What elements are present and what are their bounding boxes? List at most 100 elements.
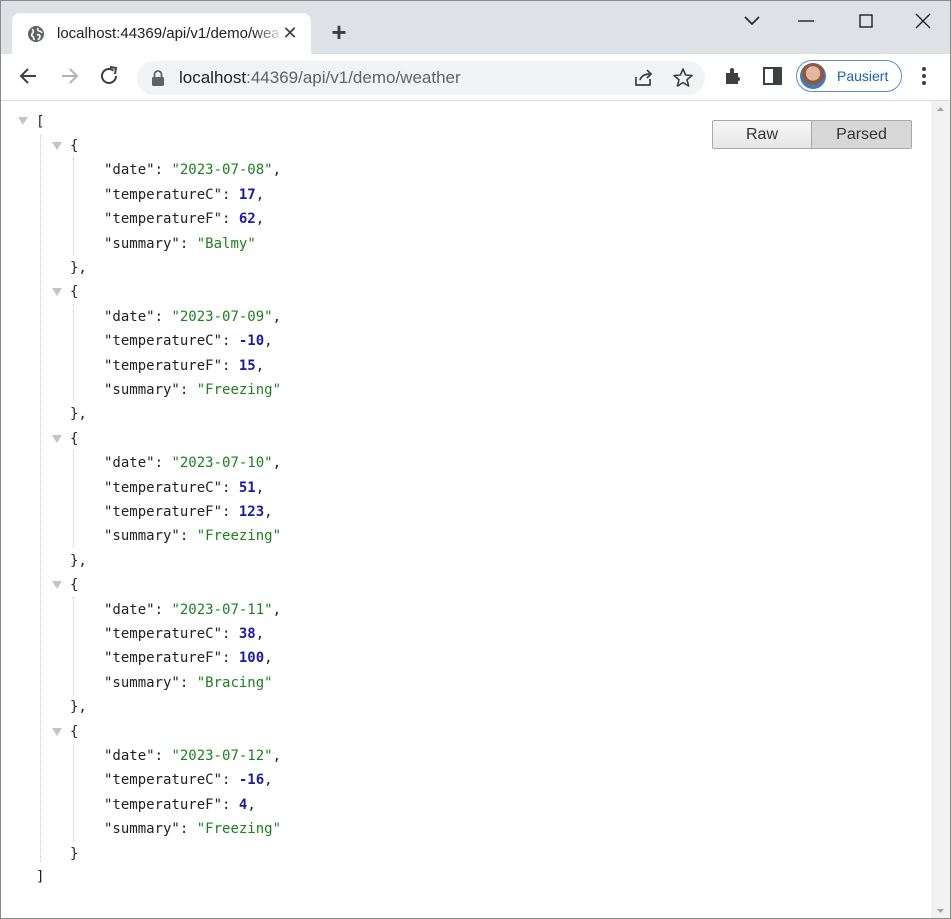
json-colon: : [222, 186, 239, 203]
parsed-button[interactable]: Parsed [812, 121, 911, 148]
json-colon: : [222, 772, 239, 789]
collapse-object-icon[interactable] [52, 581, 62, 590]
json-comma: , [247, 796, 256, 813]
json-entry-date: "date": "2023-07-10", [104, 451, 281, 475]
json-string-value: 2023-07-08 [179, 162, 265, 179]
json-colon: : [222, 796, 239, 813]
json-entry-temperatureF: "temperatureF": 100, [104, 646, 273, 670]
json-colon: : [179, 528, 197, 545]
json-number-value: 51 [238, 479, 256, 496]
address-bar[interactable]: localhost:44369/api/v1/demo/weather [137, 61, 705, 95]
scroll-up-icon[interactable] [931, 101, 950, 118]
tab-title: localhost:44369/api/v1/demo/weather [57, 25, 279, 42]
json-value: "2023-07-10" [171, 455, 273, 472]
json-key: "temperatureF" [104, 357, 223, 374]
json-entry-date: "date": "2023-07-12", [104, 744, 281, 768]
globe-icon [28, 26, 44, 42]
json-value: 62 [239, 211, 256, 227]
json-key: "temperatureC" [104, 186, 223, 203]
close-window-icon[interactable] [908, 9, 938, 33]
json-comma: , [255, 479, 265, 496]
json-comma: , [272, 601, 282, 618]
json-comma: , [264, 650, 273, 667]
close-tab-icon[interactable]: ✕ [282, 24, 298, 42]
json-value: "Bracing" [196, 674, 273, 691]
object-close-brace: } [70, 845, 79, 862]
json-comma: , [264, 333, 273, 350]
array-guide [40, 135, 41, 861]
json-colon: : [179, 235, 197, 252]
bookmark-star-icon[interactable] [670, 65, 696, 91]
collapse-object-icon[interactable] [52, 288, 62, 297]
json-value: 123 [239, 504, 264, 520]
json-value: 15 [239, 358, 256, 374]
json-colon: : [154, 748, 172, 764]
json-key: "summary" [104, 382, 180, 398]
json-value: "2023-07-11" [171, 601, 273, 618]
json-string-value: 2023-07-10 [179, 455, 265, 472]
json-value: "Freezing" [196, 382, 282, 398]
json-key: "temperatureF" [104, 211, 223, 228]
tab-strip: localhost:44369/api/v1/demo/weather ✕ + [1, 1, 950, 54]
json-key: "temperatureC" [104, 479, 223, 496]
share-icon[interactable] [631, 65, 657, 91]
json-entry-summary: "summary": "Bracing" [104, 671, 273, 695]
json-string-value: 2023-07-09 [179, 308, 265, 325]
json-number-value: -10 [238, 333, 265, 350]
menu-icon[interactable] [911, 63, 937, 89]
minimize-icon[interactable] [791, 9, 821, 33]
json-value: 17 [239, 187, 256, 203]
tab-search-icon[interactable] [737, 9, 767, 33]
json-number-value: -16 [238, 772, 265, 789]
json-key: "temperatureC" [104, 772, 223, 789]
json-colon: : [222, 333, 239, 350]
json-key: "date" [104, 162, 155, 179]
json-number-value: 100 [238, 650, 265, 667]
collapse-array-icon[interactable] [18, 117, 28, 125]
extensions-icon[interactable] [721, 63, 747, 89]
scroll-down-icon[interactable] [931, 902, 950, 919]
json-value: "Balmy" [196, 235, 256, 252]
raw-button[interactable]: Raw [713, 121, 812, 148]
json-entry-temperatureF: "temperatureF": 4, [104, 793, 256, 817]
reload-icon[interactable] [96, 63, 122, 89]
json-comma: , [255, 186, 265, 203]
maximize-icon[interactable] [851, 9, 881, 33]
json-colon: : [154, 308, 172, 325]
new-tab-button[interactable]: + [325, 19, 353, 47]
json-colon: : [222, 479, 239, 496]
json-value: 51 [239, 480, 256, 496]
object-open-brace: { [70, 723, 79, 740]
tab-weather[interactable]: localhost:44369/api/v1/demo/weather ✕ [12, 13, 311, 54]
object-open-brace: { [70, 430, 79, 447]
vertical-scrollbar[interactable] [931, 101, 950, 919]
array-close-bracket: ] [36, 869, 45, 885]
json-entry-summary: "summary": "Freezing" [104, 524, 281, 548]
json-entry-temperatureC: "temperatureC": -16, [104, 768, 273, 792]
json-entry-date: "date": "2023-07-08", [104, 158, 281, 182]
object-open-brace: { [70, 138, 79, 154]
json-number-value: 17 [238, 186, 256, 203]
object-close-brace: }, [70, 699, 87, 716]
json-value: -16 [239, 772, 264, 788]
collapse-object-icon[interactable] [52, 434, 62, 443]
json-string-value: Freezing [205, 821, 273, 838]
json-value: "2023-07-12" [171, 748, 273, 764]
back-icon[interactable] [16, 63, 42, 89]
json-value: "Freezing" [196, 528, 282, 545]
json-comma: , [272, 162, 282, 179]
json-colon: : [154, 455, 172, 472]
side-panel-icon[interactable] [760, 63, 786, 89]
collapse-object-icon[interactable] [52, 142, 62, 150]
profile-button[interactable]: Pausiert [796, 60, 902, 92]
lock-icon[interactable] [151, 70, 165, 86]
json-entry-temperatureC: "temperatureC": -10, [104, 329, 273, 353]
collapse-object-icon[interactable] [52, 727, 62, 736]
forward-icon[interactable] [56, 63, 82, 89]
json-key: "temperatureC" [104, 626, 223, 642]
json-value: "2023-07-09" [171, 308, 273, 325]
json-colon: : [222, 504, 239, 520]
json-colon: : [179, 821, 197, 838]
browser-window: localhost:44369/api/v1/demo/weather ✕ + [0, 0, 951, 919]
json-number-value: 62 [238, 211, 256, 228]
